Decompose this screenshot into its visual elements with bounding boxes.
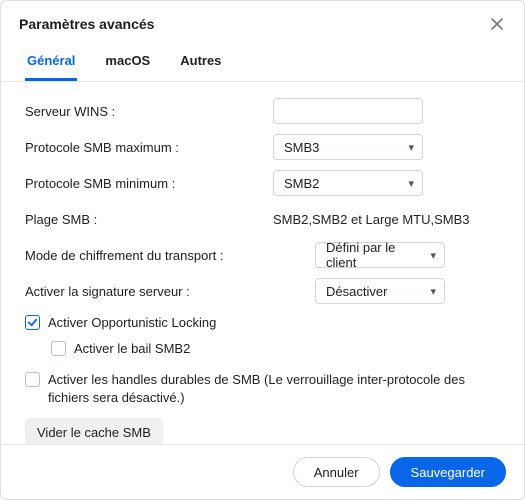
row-smb2-lease: Activer le bail SMB2 (51, 340, 500, 358)
advanced-settings-dialog: Paramètres avancés Général macOS Autres … (0, 0, 525, 500)
row-smb-max: Protocole SMB maximum : SMB3 ▾ (25, 132, 500, 162)
wins-label: Serveur WINS : (25, 104, 273, 119)
cancel-button[interactable]: Annuler (293, 457, 380, 487)
durable-handles-label: Activer les handles durables de SMB (Le … (48, 371, 500, 406)
row-transport-enc: Mode de chiffrement du transport : Défin… (25, 240, 500, 270)
check-icon (27, 317, 38, 328)
close-button[interactable] (488, 15, 506, 33)
smb2-lease-checkbox[interactable] (51, 341, 66, 356)
dialog-body: Serveur WINS : Protocole SMB maximum : S… (1, 82, 524, 444)
dialog-title: Paramètres avancés (19, 16, 154, 32)
smb-max-select[interactable]: SMB3 ▾ (273, 134, 423, 160)
row-wins-server: Serveur WINS : (25, 96, 500, 126)
oplock-checkbox[interactable] (25, 315, 40, 330)
smb-min-value: SMB2 (284, 176, 319, 191)
close-icon (491, 18, 503, 30)
tab-bar: Général macOS Autres (1, 41, 524, 82)
chevron-down-icon: ▾ (408, 141, 414, 154)
chevron-down-icon: ▾ (408, 177, 414, 190)
smb-max-label: Protocole SMB maximum : (25, 140, 273, 155)
tab-macos[interactable]: macOS (103, 47, 152, 81)
clear-smb-cache-button[interactable]: Vider le cache SMB (25, 418, 163, 444)
row-smb-min: Protocole SMB minimum : SMB2 ▾ (25, 168, 500, 198)
server-sign-label: Activer la signature serveur : (25, 284, 315, 299)
row-durable-handles: Activer les handles durables de SMB (Le … (25, 371, 500, 406)
tab-general[interactable]: Général (25, 47, 77, 81)
row-oplock: Activer Opportunistic Locking (25, 314, 500, 332)
row-server-sign: Activer la signature serveur : Désactive… (25, 276, 500, 306)
tab-others[interactable]: Autres (178, 47, 223, 81)
smb-min-select[interactable]: SMB2 ▾ (273, 170, 423, 196)
chevron-down-icon: ▾ (430, 285, 436, 298)
smb2-lease-label: Activer le bail SMB2 (74, 340, 190, 358)
row-smb-range: Plage SMB : SMB2,SMB2 et Large MTU,SMB3 (25, 204, 500, 234)
durable-handles-checkbox[interactable] (25, 372, 40, 387)
smb-range-value: SMB2,SMB2 et Large MTU,SMB3 (273, 212, 470, 227)
wins-input[interactable] (273, 98, 423, 124)
server-sign-value: Désactiver (326, 284, 387, 299)
oplock-label: Activer Opportunistic Locking (48, 314, 216, 332)
dialog-header: Paramètres avancés (1, 1, 524, 41)
smb-range-label: Plage SMB : (25, 212, 273, 227)
dialog-footer: Annuler Sauvegarder (1, 444, 524, 499)
server-sign-select[interactable]: Désactiver ▾ (315, 278, 445, 304)
smb-max-value: SMB3 (284, 140, 319, 155)
chevron-down-icon: ▾ (430, 249, 436, 262)
smb-min-label: Protocole SMB minimum : (25, 176, 273, 191)
transport-enc-value: Défini par le client (326, 240, 424, 270)
save-button[interactable]: Sauvegarder (390, 457, 506, 487)
transport-enc-label: Mode de chiffrement du transport : (25, 248, 315, 263)
transport-enc-select[interactable]: Défini par le client ▾ (315, 242, 445, 268)
